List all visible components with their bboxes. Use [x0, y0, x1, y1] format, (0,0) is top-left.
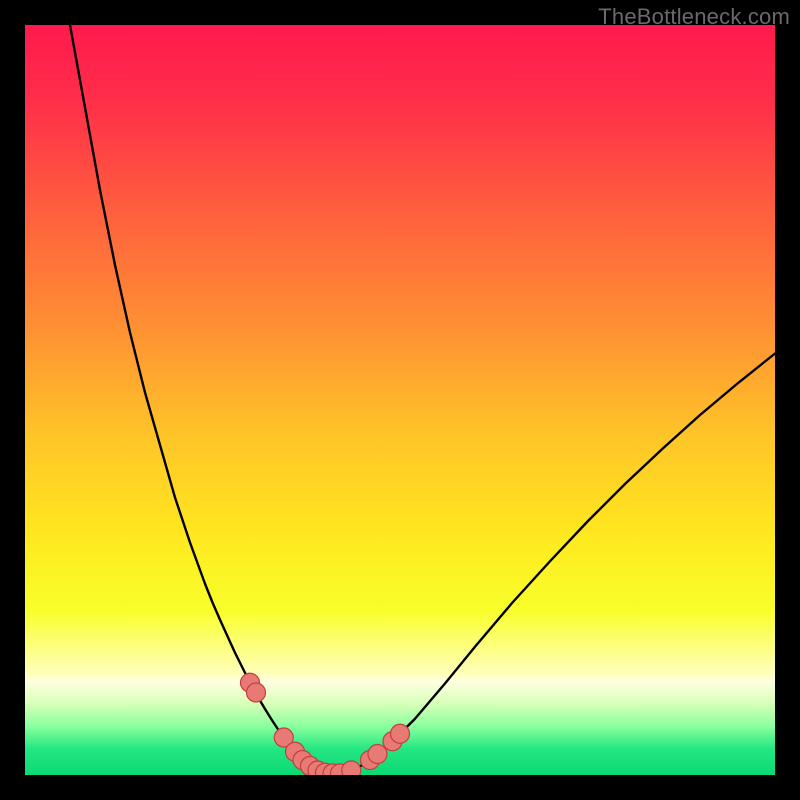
chart-frame: TheBottleneck.com [0, 0, 800, 800]
plot-area [25, 25, 775, 775]
data-marker [391, 724, 410, 743]
data-marker [342, 761, 361, 775]
bottleneck-chart [25, 25, 775, 775]
gradient-background [25, 25, 775, 775]
data-marker [368, 745, 387, 764]
data-marker [247, 683, 266, 702]
